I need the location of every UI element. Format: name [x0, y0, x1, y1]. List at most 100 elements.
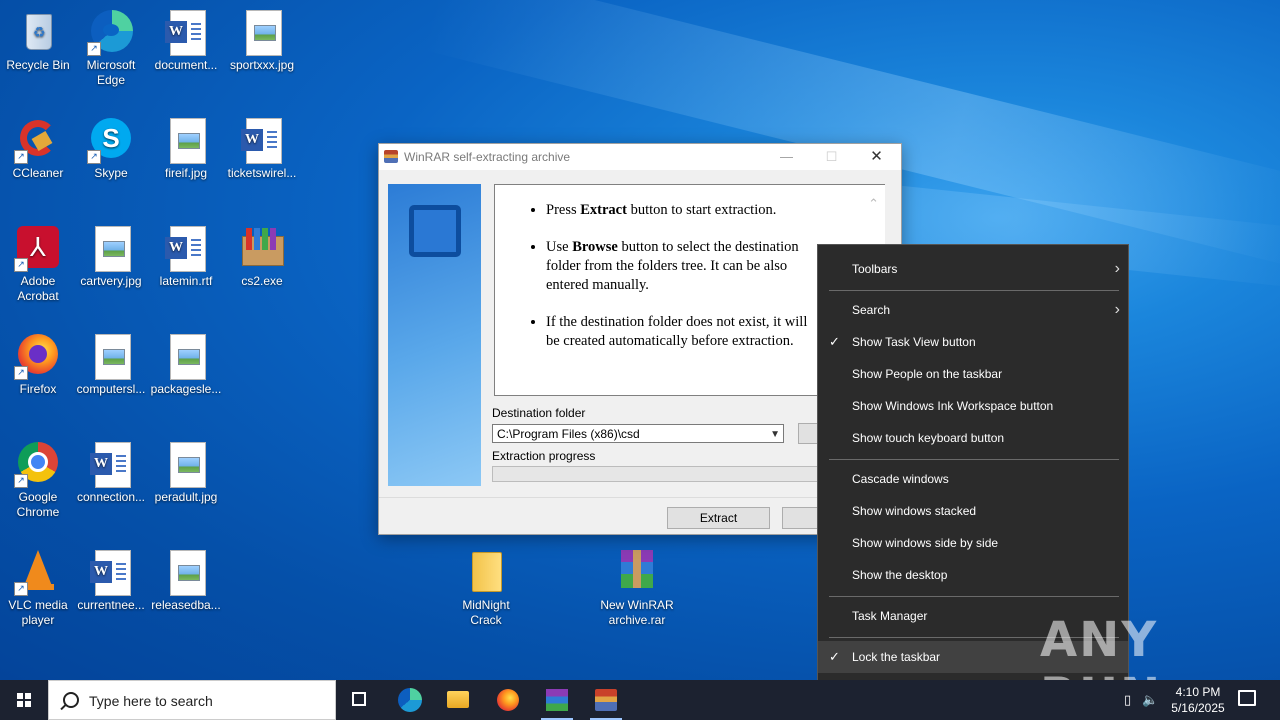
- clock-date: 5/16/2025: [1171, 701, 1225, 715]
- menu-item-show-ink-workspace[interactable]: Show Windows Ink Workspace button: [818, 390, 1128, 422]
- dialog-titlebar[interactable]: WinRAR self-extracting archive — ☐ ✕: [379, 144, 901, 170]
- sfx-logo-icon: [409, 205, 461, 257]
- recycle-bin-icon: ♻: [14, 8, 62, 56]
- taskbar-winrar[interactable]: [533, 680, 581, 720]
- minimize-button[interactable]: —: [764, 144, 809, 170]
- desktop-icon-releasedba[interactable]: releasedba...: [148, 548, 224, 613]
- desktop-icon-new-winrar-archive[interactable]: New WinRAR archive.rar: [599, 548, 675, 628]
- desktop-icon-packagesle[interactable]: packagesle...: [148, 332, 224, 397]
- taskbar-firefox[interactable]: [484, 680, 532, 720]
- desktop-icon-fireif[interactable]: fireif.jpg: [148, 116, 224, 181]
- icon-label: peradult.jpg: [154, 490, 218, 504]
- desktop-icon-skype[interactable]: S ↗ Skype: [73, 116, 149, 181]
- sfx-banner: [388, 184, 481, 486]
- volume-icon[interactable]: 🔈: [1142, 692, 1158, 708]
- scroll-up-icon[interactable]: ⌃: [868, 197, 879, 212]
- checkmark-icon: ✓: [829, 649, 840, 664]
- network-icon[interactable]: ▯: [1124, 692, 1131, 708]
- desktop-icon-cartvery[interactable]: cartvery.jpg: [73, 224, 149, 289]
- menu-item-windows-stacked[interactable]: Show windows stacked: [818, 495, 1128, 527]
- taskbar-edge[interactable]: [386, 680, 434, 720]
- icon-label: Skype: [94, 166, 128, 180]
- winrar-icon: [238, 224, 286, 272]
- taskbar[interactable]: Type here to search ▯ 🔈 4:10 PM 5/16/202…: [0, 680, 1280, 720]
- taskbar-winrar-sfx[interactable]: [582, 680, 630, 720]
- icon-label: Firefox: [19, 382, 57, 396]
- icon-label: cartvery.jpg: [80, 274, 142, 288]
- image-file-icon: [238, 8, 286, 56]
- ccleaner-icon: ↗: [14, 116, 62, 164]
- icon-label: Microsoft Edge: [86, 58, 136, 87]
- icon-label: connection...: [76, 490, 146, 504]
- menu-item-search[interactable]: Search ›: [818, 294, 1128, 326]
- close-button[interactable]: ✕: [854, 144, 899, 170]
- task-view-icon: [352, 692, 366, 706]
- desktop-icon-currentnee[interactable]: W currentnee...: [73, 548, 149, 613]
- edge-icon: ↗: [87, 8, 135, 56]
- menu-item-show-desktop[interactable]: Show the desktop: [818, 559, 1128, 591]
- desktop-icon-computersl[interactable]: computersl...: [73, 332, 149, 397]
- icon-label: packagesle...: [150, 382, 222, 396]
- checkmark-icon: ✓: [829, 334, 840, 349]
- chevron-down-icon[interactable]: ▼: [770, 425, 780, 444]
- instruction-item: If the destination folder does not exist…: [546, 313, 816, 351]
- word-file-icon: W: [87, 548, 135, 596]
- action-center-icon[interactable]: [1238, 690, 1256, 706]
- desktop-icon-ccleaner[interactable]: ↗ CCleaner: [0, 116, 76, 181]
- task-view-button[interactable]: [336, 680, 384, 720]
- desktop-icon-document[interactable]: W document...: [148, 8, 224, 73]
- winrar-archive-icon: [613, 548, 661, 596]
- image-file-icon: [162, 548, 210, 596]
- firefox-icon: ↗: [14, 332, 62, 380]
- icon-label: CCleaner: [12, 166, 64, 180]
- desktop-icon-sportxxx[interactable]: sportxxx.jpg: [224, 8, 300, 73]
- desktop-icon-firefox[interactable]: ↗ Firefox: [0, 332, 76, 397]
- word-file-icon: W: [162, 224, 210, 272]
- menu-item-show-touch-keyboard[interactable]: Show touch keyboard button: [818, 422, 1128, 454]
- desktop-icon-midnight-crack[interactable]: MidNight Crack: [448, 548, 524, 628]
- menu-item-show-task-view[interactable]: ✓ Show Task View button: [818, 326, 1128, 358]
- word-file-icon: W: [238, 116, 286, 164]
- desktop-icon-latemin[interactable]: W latemin.rtf: [148, 224, 224, 289]
- desktop-icon-microsoft-edge[interactable]: ↗ Microsoft Edge: [73, 8, 149, 88]
- taskbar-search-box[interactable]: Type here to search: [48, 680, 336, 720]
- taskbar-clock[interactable]: 4:10 PM 5/16/2025: [1160, 684, 1236, 716]
- menu-item-toolbars[interactable]: Toolbars ›: [818, 253, 1128, 285]
- menu-item-cascade-windows[interactable]: Cascade windows: [818, 463, 1128, 495]
- destination-folder-combo[interactable]: C:\Program Files (x86)\csd ▼: [492, 424, 784, 443]
- desktop-icon-recycle-bin[interactable]: ♻ Recycle Bin: [0, 8, 76, 73]
- destination-folder-label: Destination folder: [492, 406, 586, 420]
- image-file-icon: [162, 116, 210, 164]
- menu-item-windows-side-by-side[interactable]: Show windows side by side: [818, 527, 1128, 559]
- desktop-icon-ticketswirel[interactable]: W ticketswirel...: [224, 116, 300, 181]
- icon-label: VLC media player: [8, 598, 68, 627]
- desktop-icon-adobe-acrobat[interactable]: ⅄ ↗ Adobe Acrobat: [0, 224, 76, 304]
- extract-button[interactable]: Extract: [667, 507, 770, 529]
- maximize-button[interactable]: ☐: [809, 144, 854, 170]
- image-file-icon: [162, 332, 210, 380]
- extraction-progress-label: Extraction progress: [492, 449, 596, 463]
- taskbar-file-explorer[interactable]: [434, 680, 482, 720]
- chevron-right-icon: ›: [1114, 260, 1120, 277]
- icon-label: computersl...: [76, 382, 146, 396]
- desktop-icon-google-chrome[interactable]: ↗ Google Chrome: [0, 440, 76, 520]
- word-file-icon: W: [162, 8, 210, 56]
- windows-logo-icon: [17, 693, 31, 707]
- start-button[interactable]: [0, 680, 48, 720]
- icon-label: cs2.exe: [241, 274, 283, 288]
- image-file-icon: [87, 224, 135, 272]
- winrar-icon: [546, 689, 568, 711]
- file-explorer-icon: [447, 691, 469, 708]
- vlc-icon: ↗: [14, 548, 62, 596]
- desktop-icon-peradult[interactable]: peradult.jpg: [148, 440, 224, 505]
- icon-label: MidNight Crack: [462, 598, 510, 627]
- desktop-icon-vlc[interactable]: ↗ VLC media player: [0, 548, 76, 628]
- icon-label: Adobe Acrobat: [17, 274, 59, 303]
- skype-icon: S ↗: [87, 116, 135, 164]
- search-placeholder: Type here to search: [89, 693, 213, 709]
- menu-item-show-people[interactable]: Show People on the taskbar: [818, 358, 1128, 390]
- icon-label: latemin.rtf: [159, 274, 213, 288]
- desktop-icon-connection[interactable]: W connection...: [73, 440, 149, 505]
- desktop-icon-cs2-exe[interactable]: cs2.exe: [224, 224, 300, 289]
- acrobat-icon: ⅄ ↗: [14, 224, 62, 272]
